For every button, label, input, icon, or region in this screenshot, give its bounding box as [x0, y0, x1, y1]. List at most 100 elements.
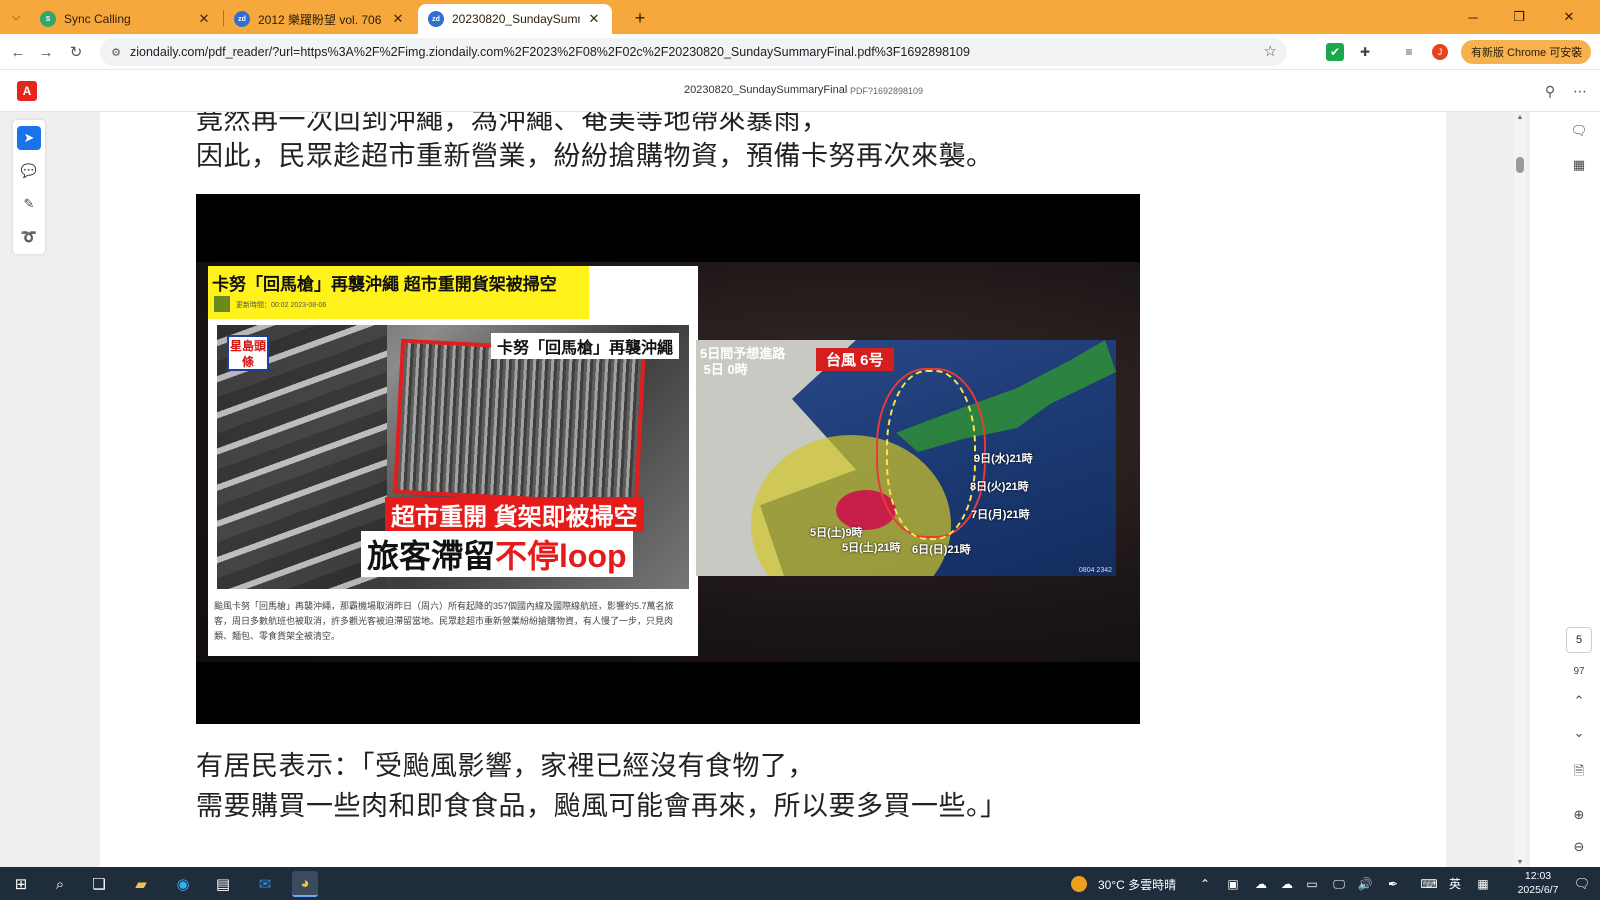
extensions-puzzle-icon[interactable]: ✚: [1356, 43, 1374, 61]
tab-ziondaily-vol706[interactable]: zd 2012 樂躍盼望 vol. 706 —— 預計 ✕: [224, 4, 416, 34]
body-text-line: 需要購買一些肉和即食食品，颱風可能會再來，所以要多買一些。」: [196, 791, 1008, 822]
comments-panel-icon[interactable]: 🗨: [1568, 120, 1590, 142]
vertical-scrollbar[interactable]: [1514, 112, 1526, 867]
cloud-off-icon[interactable]: ☁: [1252, 875, 1270, 893]
clock-time[interactable]: 12:03: [1510, 870, 1566, 882]
site-info-icon[interactable]: ⚙: [108, 44, 124, 60]
typhoon-forecast-map: 5日間予想進路 5日 0時 台風 6号 9日(水)21時 8日(火)21時 7日…: [696, 340, 1116, 576]
close-tab-icon[interactable]: ✕: [196, 11, 212, 27]
forecast-label: 6日(日)21時: [912, 544, 971, 556]
body-text-line: 因此，民眾趁超市重新營業，紛紛搶購物資，預備卡努再次來襲。: [196, 141, 994, 172]
battery-icon[interactable]: ▭: [1303, 875, 1321, 893]
photo-caption-2: 旅客滯留不停loop: [361, 531, 633, 577]
reload-icon[interactable]: ↻: [64, 40, 88, 64]
pen-icon[interactable]: ✒: [1384, 875, 1402, 893]
brand-logo: 星島頭條: [227, 335, 269, 371]
embedded-video-frame: 卡努「回馬槍」再襲沖繩 超市重開貨架被掃空 更新時間：00:02 2023-08…: [196, 194, 1140, 724]
tab-search-chevron-icon[interactable]: ⌵: [6, 7, 26, 27]
scroll-down-icon[interactable]: ▼: [1514, 857, 1526, 867]
news-site-logo-icon: [214, 296, 230, 312]
outlook-icon[interactable]: ✉: [252, 871, 278, 897]
tab-sunday-summary[interactable]: zd 20230820_SundaySummaryFinal ✕: [418, 4, 612, 34]
add-comment-icon[interactable]: 💬: [17, 159, 41, 183]
zoom-in-icon[interactable]: ⊕: [1568, 804, 1590, 826]
bookmark-star-icon[interactable]: ☆: [1264, 42, 1277, 60]
media-queue-icon[interactable]: ≡: [1400, 43, 1418, 61]
next-page-chevron-icon[interactable]: ⌄: [1568, 722, 1590, 744]
right-panel-rail: [1530, 112, 1600, 867]
close-tab-icon[interactable]: ✕: [586, 11, 602, 27]
caption-part-b: 不停loop: [495, 538, 627, 574]
weather-icon[interactable]: [1071, 876, 1087, 892]
extension-check-icon[interactable]: ✔: [1326, 43, 1344, 61]
address-bar[interactable]: ⚙ ziondaily.com/pdf_reader/?url=https%3A…: [100, 38, 1287, 66]
update-label: 有新版 Chrome 可安裝: [1471, 47, 1583, 59]
tab-title: 20230820_SundaySummaryFinal: [452, 12, 580, 26]
map-title: 5日間予想進路 5日 0時: [700, 346, 786, 377]
select-cursor-icon[interactable]: ➤: [17, 126, 41, 150]
url-text[interactable]: ziondaily.com/pdf_reader/?url=https%3A%2…: [130, 45, 970, 59]
forecast-label: 5日(土)21時: [842, 542, 901, 554]
onedrive-icon[interactable]: ☁: [1278, 875, 1296, 893]
forecast-label: 9日(水)21時: [974, 453, 1033, 465]
keyboard-icon[interactable]: ⌨: [1420, 875, 1438, 893]
ziondaily-icon: zd: [234, 11, 250, 27]
more-options-icon[interactable]: ⋯: [1570, 81, 1590, 101]
restore-icon[interactable]: ❐: [1496, 0, 1542, 34]
back-arrow-icon[interactable]: ←: [6, 40, 30, 64]
new-tab-plus-icon[interactable]: +: [630, 8, 650, 28]
tab-sync-calling[interactable]: S Sync Calling ✕: [30, 4, 222, 34]
scroll-up-icon[interactable]: ▲: [1514, 112, 1526, 122]
thumbnails-grid-icon[interactable]: ▦: [1568, 154, 1590, 176]
minimize-icon[interactable]: ─: [1450, 0, 1496, 34]
network-icon[interactable]: 🖵: [1330, 875, 1348, 893]
typhoon-badge: 台風 6号: [816, 348, 894, 371]
crowd-image: [393, 338, 646, 507]
volume-icon[interactable]: 🔊: [1356, 875, 1374, 893]
previous-page-chevron-icon[interactable]: ⌃: [1568, 690, 1590, 712]
input-method-indicator[interactable]: 英: [1449, 875, 1461, 892]
search-icon[interactable]: ⌕: [47, 871, 73, 897]
menu-dots-icon[interactable]: ⋮: [1570, 44, 1583, 60]
tab-strip: ⌵ S Sync Calling ✕ zd 2012 樂躍盼望 vol. 706…: [0, 0, 1600, 34]
chrome-update-button[interactable]: 有新版 Chrome 可安裝 ⋮: [1461, 40, 1591, 64]
close-tab-icon[interactable]: ✕: [390, 11, 406, 27]
edge-browser-icon[interactable]: ◉: [170, 871, 196, 897]
pdf-header: A 20230820_SundaySummaryFinal PDF?169289…: [0, 70, 1600, 112]
profile-avatar[interactable]: J: [1432, 44, 1448, 60]
document-title: 20230820_SundaySummaryFinal: [684, 84, 848, 96]
scroll-thumb[interactable]: [1516, 157, 1524, 173]
tab-title: Sync Calling: [64, 12, 131, 26]
lasso-draw-icon[interactable]: ➰: [17, 225, 41, 249]
map-code: 0804 2342: [1078, 567, 1112, 574]
close-window-icon[interactable]: ✕: [1546, 0, 1592, 34]
zoom-out-icon[interactable]: ⊖: [1568, 836, 1590, 858]
microsoft-store-icon[interactable]: ▤: [210, 871, 236, 897]
forecast-label: 7日(月)21時: [971, 509, 1030, 521]
weather-text[interactable]: 30°C 多雲時晴: [1098, 876, 1176, 893]
ime-mode-icon[interactable]: ▦: [1474, 875, 1492, 893]
notifications-icon[interactable]: 🗨: [1572, 874, 1592, 894]
file-explorer-icon[interactable]: ▰: [128, 871, 154, 897]
highlight-pen-icon[interactable]: ✎: [17, 192, 41, 216]
news-headline: 卡努「回馬槍」再襲沖繩 超市重開貨架被掃空: [212, 275, 557, 294]
show-hidden-icons-chevron-icon[interactable]: ⌃: [1196, 875, 1214, 893]
pdf-viewer[interactable]: 竟然再一次回到沖繩，為沖繩、奄美等地帶來暴雨， 因此，民眾趁超市重新營業，紛紛搶…: [0, 112, 1600, 867]
forward-arrow-icon[interactable]: →: [34, 40, 58, 64]
forecast-label: 5日(土)9時: [810, 527, 863, 539]
windows-start-icon[interactable]: ⊞: [8, 871, 34, 897]
pdf-page[interactable]: 竟然再一次回到沖繩，為沖繩、奄美等地帶來暴雨， 因此，民眾趁超市重新營業，紛紛搶…: [100, 112, 1446, 867]
search-icon[interactable]: ⚲: [1540, 81, 1560, 101]
clock-date[interactable]: 2025/6/7: [1510, 884, 1566, 896]
meet-now-icon[interactable]: ▣: [1224, 875, 1242, 893]
forecast-track: [886, 370, 976, 540]
annotation-toolbar: ➤ 💬 ✎ ➰: [13, 120, 45, 254]
task-view-icon[interactable]: ❏: [86, 871, 112, 897]
page-fit-icon[interactable]: 🗎: [1568, 762, 1590, 784]
body-text-line: 有居民表示：「受颱風影響，家裡已經沒有食物了，: [196, 751, 815, 782]
news-body-text: 颱風卡努「回馬槍」再襲沖繩，那霸機場取消昨日（周六）所有起降的357個國內線及國…: [214, 601, 674, 641]
chrome-taskbar-icon[interactable]: ◕: [292, 871, 318, 897]
windows-taskbar: ⊞ ⌕ ❏ ▰ ◉ ▤ ✉ ◕ 30°C 多雲時晴 ⌃ ▣ ☁ ☁ ▭ 🖵 🔊 …: [0, 867, 1600, 900]
current-page-field[interactable]: 5: [1566, 627, 1592, 653]
photo-caption-1: 超市重開 貨架即被掃空: [385, 497, 644, 532]
